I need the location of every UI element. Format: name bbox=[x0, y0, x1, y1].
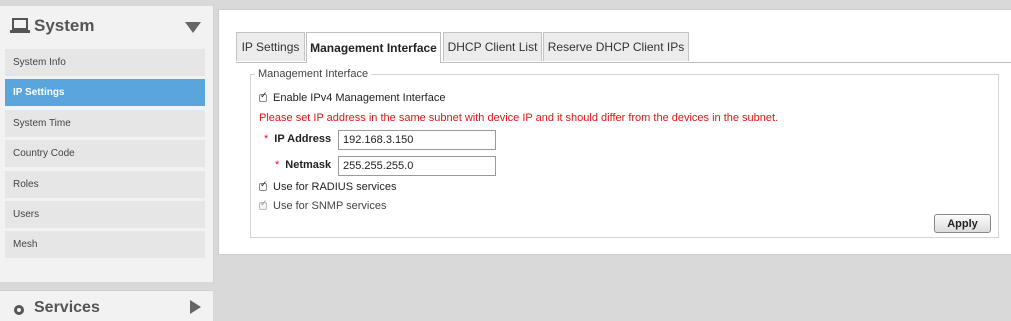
apply-button[interactable]: Apply bbox=[934, 214, 991, 233]
sidebar-item-label: Mesh bbox=[13, 239, 38, 251]
tab-label: DHCP Client List bbox=[447, 40, 538, 54]
tab-bar: IP Settings Management Interface DHCP Cl… bbox=[236, 32, 1011, 63]
sidebar-section-title: Services bbox=[34, 299, 100, 316]
netmask-label-group: * Netmask bbox=[275, 159, 331, 171]
netmask-label: Netmask bbox=[285, 159, 332, 171]
snmp-label: Use for SNMP services bbox=[273, 200, 387, 212]
enable-ipv4-label: Enable IPv4 Management Interface bbox=[273, 92, 446, 104]
required-marker: * bbox=[275, 159, 280, 171]
sidebar: System System Info IP Settings System Ti… bbox=[0, 6, 214, 282]
enable-ipv4-row: Enable IPv4 Management Interface bbox=[259, 91, 446, 104]
tab-management-interface[interactable]: Management Interface bbox=[306, 32, 441, 63]
radius-label: Use for RADIUS services bbox=[273, 181, 397, 193]
required-marker: * bbox=[264, 133, 269, 145]
tab-label: Reserve DHCP Client IPs bbox=[547, 40, 685, 54]
sidebar-item-mesh[interactable]: Mesh bbox=[5, 231, 205, 259]
sidebar-section-header[interactable]: System bbox=[0, 6, 213, 46]
radius-row: Use for RADIUS services bbox=[259, 180, 397, 193]
tab-ip-settings[interactable]: IP Settings bbox=[236, 32, 305, 61]
collapse-arrow-icon[interactable] bbox=[185, 22, 201, 33]
management-interface-fieldset: Management Interface Enable IPv4 Managem… bbox=[250, 68, 999, 238]
fieldset-legend: Management Interface bbox=[258, 68, 369, 80]
sidebar-nav: System Info IP Settings System Time Coun… bbox=[5, 49, 205, 262]
tab-reserve-dhcp-client-ips[interactable]: Reserve DHCP Client IPs bbox=[543, 32, 689, 61]
netmask-input[interactable] bbox=[338, 156, 496, 176]
enable-ipv4-checkbox[interactable] bbox=[259, 91, 268, 102]
main-panel: IP Settings Management Interface DHCP Cl… bbox=[218, 9, 1011, 255]
sidebar-item-label: Users bbox=[13, 208, 40, 220]
sidebar-item-country-code[interactable]: Country Code bbox=[5, 140, 205, 168]
sidebar-item-label: System Time bbox=[13, 117, 71, 129]
snmp-row: Use for SNMP services bbox=[259, 199, 387, 212]
laptop-icon bbox=[10, 18, 30, 33]
tab-label: IP Settings bbox=[241, 40, 300, 54]
sidebar-item-users[interactable]: Users bbox=[5, 200, 205, 228]
sidebar-item-label: Country Code bbox=[13, 148, 75, 160]
tab-dhcp-client-list[interactable]: DHCP Client List bbox=[443, 32, 542, 61]
snmp-checkbox[interactable] bbox=[259, 199, 268, 210]
ip-address-label: IP Address bbox=[274, 133, 332, 145]
gear-icon bbox=[14, 305, 24, 315]
ip-address-input[interactable] bbox=[338, 130, 496, 150]
sidebar-item-roles[interactable]: Roles bbox=[5, 170, 205, 198]
sidebar-item-system-info[interactable]: System Info bbox=[5, 49, 205, 76]
sidebar-section-services[interactable]: Services bbox=[0, 290, 213, 321]
radius-checkbox[interactable] bbox=[259, 180, 268, 191]
sidebar-item-label: System Info bbox=[13, 57, 66, 68]
subnet-warning: Please set IP address in the same subnet… bbox=[259, 112, 779, 124]
sidebar-item-system-time[interactable]: System Time bbox=[5, 109, 205, 137]
ip-address-label-group: * IP Address bbox=[264, 133, 331, 145]
tab-label: Management Interface bbox=[310, 41, 437, 55]
sidebar-section-title: System bbox=[34, 16, 95, 35]
sidebar-item-ip-settings[interactable]: IP Settings bbox=[5, 79, 205, 107]
sidebar-item-label: Roles bbox=[13, 178, 39, 190]
sidebar-item-label: IP Settings bbox=[13, 87, 65, 99]
expand-arrow-icon[interactable] bbox=[190, 300, 201, 314]
